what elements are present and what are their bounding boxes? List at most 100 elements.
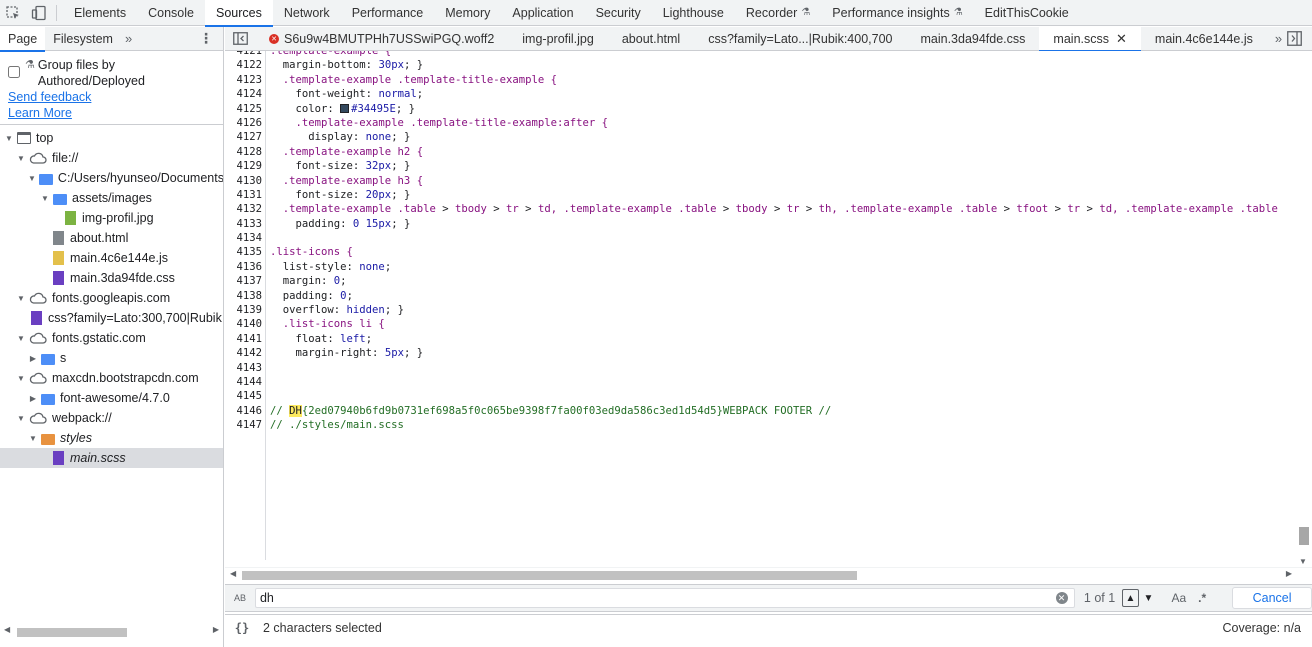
search-input[interactable] bbox=[255, 589, 1046, 607]
match-case-button[interactable]: Aa bbox=[1171, 591, 1186, 605]
code-line[interactable]: font-size: 20px; } bbox=[270, 188, 1296, 202]
tree-item[interactable]: main.4c6e144e.js bbox=[0, 248, 223, 268]
tree-item[interactable]: ▶ s bbox=[0, 348, 223, 368]
code-line[interactable]: padding: 0; bbox=[270, 289, 1296, 303]
code-line[interactable]: .list-icons { bbox=[270, 245, 1296, 259]
cancel-button[interactable]: Cancel bbox=[1232, 587, 1312, 609]
tab-memory[interactable]: Memory bbox=[434, 0, 501, 26]
code-line[interactable] bbox=[270, 375, 1296, 389]
code-editor[interactable]: 4121 4122 4123 4124 4125 4126 4127 4128 4129 4130… bbox=[225, 51, 1312, 567]
tree-item[interactable]: ▼ file:// bbox=[0, 148, 223, 168]
expanded-arrow-icon[interactable]: ▼ bbox=[28, 174, 36, 183]
color-swatch-icon[interactable] bbox=[340, 103, 350, 113]
tab-performance[interactable]: Performance bbox=[341, 0, 435, 26]
expanded-arrow-icon[interactable]: ▼ bbox=[28, 434, 38, 443]
expanded-arrow-icon[interactable]: ▼ bbox=[4, 134, 14, 143]
tab-network[interactable]: Network bbox=[273, 0, 341, 26]
code-line[interactable]: color: #34495E; } bbox=[270, 102, 1296, 116]
tree-item[interactable]: ▼ assets/images bbox=[0, 188, 223, 208]
file-tab[interactable]: img-profil.jpg bbox=[508, 27, 608, 51]
clear-search-icon[interactable]: ✕ bbox=[1055, 592, 1068, 604]
tree-item[interactable]: ▼ maxcdn.bootstrapcdn.com bbox=[0, 368, 223, 388]
next-match-button[interactable]: ▼ bbox=[1139, 589, 1157, 607]
code-line[interactable] bbox=[270, 389, 1296, 403]
tree-item[interactable]: ▶ font-awesome/4.7.0 bbox=[0, 388, 223, 408]
code-line[interactable]: .template-example .template-title-exampl… bbox=[270, 73, 1296, 87]
expanded-arrow-icon[interactable]: ▼ bbox=[16, 414, 26, 423]
code-line[interactable]: .template-example h2 { bbox=[270, 145, 1296, 159]
pretty-print-icon[interactable]: {} bbox=[225, 621, 259, 635]
expanded-arrow-icon[interactable]: ▼ bbox=[16, 334, 26, 343]
toggle-navigator-icon[interactable] bbox=[225, 32, 255, 45]
code-line[interactable]: padding: 0 15px; } bbox=[270, 217, 1296, 231]
code-line[interactable]: display: none; } bbox=[270, 130, 1296, 144]
tree-item[interactable]: ▼ fonts.gstatic.com bbox=[0, 328, 223, 348]
toggle-debugger-icon[interactable] bbox=[1287, 31, 1302, 46]
tab-sources[interactable]: Sources bbox=[204, 0, 273, 27]
tree-item[interactable]: ▼ fonts.googleapis.com bbox=[0, 288, 223, 308]
scroll-left-icon[interactable]: ◀ bbox=[4, 625, 10, 634]
regex-button[interactable]: .* bbox=[1198, 591, 1206, 605]
scrollbar-thumb[interactable] bbox=[242, 571, 857, 580]
search-field[interactable]: ✕ bbox=[254, 588, 1075, 608]
code-line[interactable]: .template-example .template-title-exampl… bbox=[270, 116, 1296, 130]
code-line[interactable]: .list-icons li { bbox=[270, 317, 1296, 331]
navigator-menu-icon[interactable]: ⋮ bbox=[199, 30, 213, 47]
tab-filesystem[interactable]: Filesystem bbox=[45, 27, 121, 51]
scroll-down-icon[interactable]: ▼ bbox=[1299, 557, 1307, 566]
code-line[interactable]: font-weight: normal; bbox=[270, 87, 1296, 101]
collapsed-arrow-icon[interactable]: ▶ bbox=[28, 394, 38, 403]
file-tab[interactable]: main.scss ✕ bbox=[1039, 26, 1142, 52]
code-line[interactable]: // ./styles/main.scss bbox=[270, 418, 1296, 432]
code-line[interactable]: // DH{2ed07940b6fd9b0731ef698a5f0c065be9… bbox=[270, 404, 1296, 418]
tree-item[interactable]: main.3da94fde.css bbox=[0, 268, 223, 288]
device-toolbar-icon[interactable] bbox=[26, 0, 52, 26]
expanded-arrow-icon[interactable]: ▼ bbox=[16, 374, 26, 383]
more-tabs-icon[interactable]: » bbox=[121, 31, 136, 46]
code-line[interactable]: margin: 0; bbox=[270, 274, 1296, 288]
code-line[interactable]: margin-bottom: 30px; } bbox=[270, 58, 1296, 72]
collapsed-arrow-icon[interactable]: ▶ bbox=[28, 354, 38, 363]
tree-item[interactable]: ▼ top bbox=[0, 128, 223, 148]
code-line[interactable] bbox=[270, 361, 1296, 375]
code-line[interactable]: margin-right: 5px; } bbox=[270, 346, 1296, 360]
expanded-arrow-icon[interactable]: ▼ bbox=[16, 294, 26, 303]
file-tab[interactable]: css?family=Lato...|Rubik:400,700 bbox=[694, 27, 906, 51]
group-files-checkbox[interactable] bbox=[8, 66, 20, 78]
code-line[interactable]: overflow: hidden; } bbox=[270, 303, 1296, 317]
code-content[interactable]: .template-example { margin-bottom: 30px;… bbox=[270, 51, 1296, 433]
expanded-arrow-icon[interactable]: ▼ bbox=[16, 154, 26, 163]
scrollbar-thumb[interactable] bbox=[1299, 527, 1309, 545]
code-line[interactable]: .template-example .table > tbody > tr > … bbox=[270, 202, 1296, 216]
code-line[interactable]: font-size: 32px; } bbox=[270, 159, 1296, 173]
scroll-left-icon[interactable]: ◀ bbox=[230, 569, 236, 578]
tab-recorder[interactable]: Recorder ⚗ bbox=[735, 0, 821, 26]
code-line[interactable] bbox=[270, 231, 1296, 245]
tree-item[interactable]: ▼ webpack:// bbox=[0, 408, 223, 428]
file-tab[interactable]: main.4c6e144e.js bbox=[1141, 27, 1267, 51]
close-tab-icon[interactable]: ✕ bbox=[1116, 31, 1127, 47]
scroll-right-icon[interactable]: ▶ bbox=[1286, 569, 1292, 578]
tree-item[interactable]: main.scss bbox=[0, 448, 223, 468]
tab-editthiscookie[interactable]: EditThisCookie bbox=[974, 0, 1080, 26]
previous-match-button[interactable]: ▲ bbox=[1121, 589, 1140, 607]
file-tab[interactable]: main.3da94fde.css bbox=[906, 27, 1039, 51]
tab-lighthouse[interactable]: Lighthouse bbox=[652, 0, 735, 26]
tab-performance-insights[interactable]: Performance insights ⚗ bbox=[821, 0, 973, 26]
navigator-horizontal-scrollbar[interactable]: ◀ ▶ bbox=[0, 625, 224, 639]
tree-item[interactable]: img-profil.jpg bbox=[0, 208, 223, 228]
tree-item[interactable]: ▼ C:/Users/hyunseo/Documents/ bbox=[0, 168, 223, 188]
send-feedback-link[interactable]: Send feedback bbox=[8, 90, 91, 104]
scrollbar-thumb[interactable] bbox=[17, 628, 127, 637]
file-tab[interactable]: ✕ S6u9w4BMUTPHh7USSwiPGQ.woff2 bbox=[255, 27, 508, 51]
tree-item[interactable]: about.html bbox=[0, 228, 223, 248]
tab-application[interactable]: Application bbox=[501, 0, 584, 26]
tab-page[interactable]: Page bbox=[0, 26, 46, 52]
editor-vertical-scrollbar[interactable]: ▼ bbox=[1296, 51, 1312, 567]
expanded-arrow-icon[interactable]: ▼ bbox=[40, 194, 50, 203]
scroll-right-icon[interactable]: ▶ bbox=[213, 625, 219, 634]
tree-item[interactable]: css?family=Lato:300,700|Rubik: bbox=[0, 308, 223, 328]
code-line[interactable]: list-style: none; bbox=[270, 260, 1296, 274]
code-line[interactable]: float: left; bbox=[270, 332, 1296, 346]
learn-more-link[interactable]: Learn More bbox=[8, 106, 72, 120]
